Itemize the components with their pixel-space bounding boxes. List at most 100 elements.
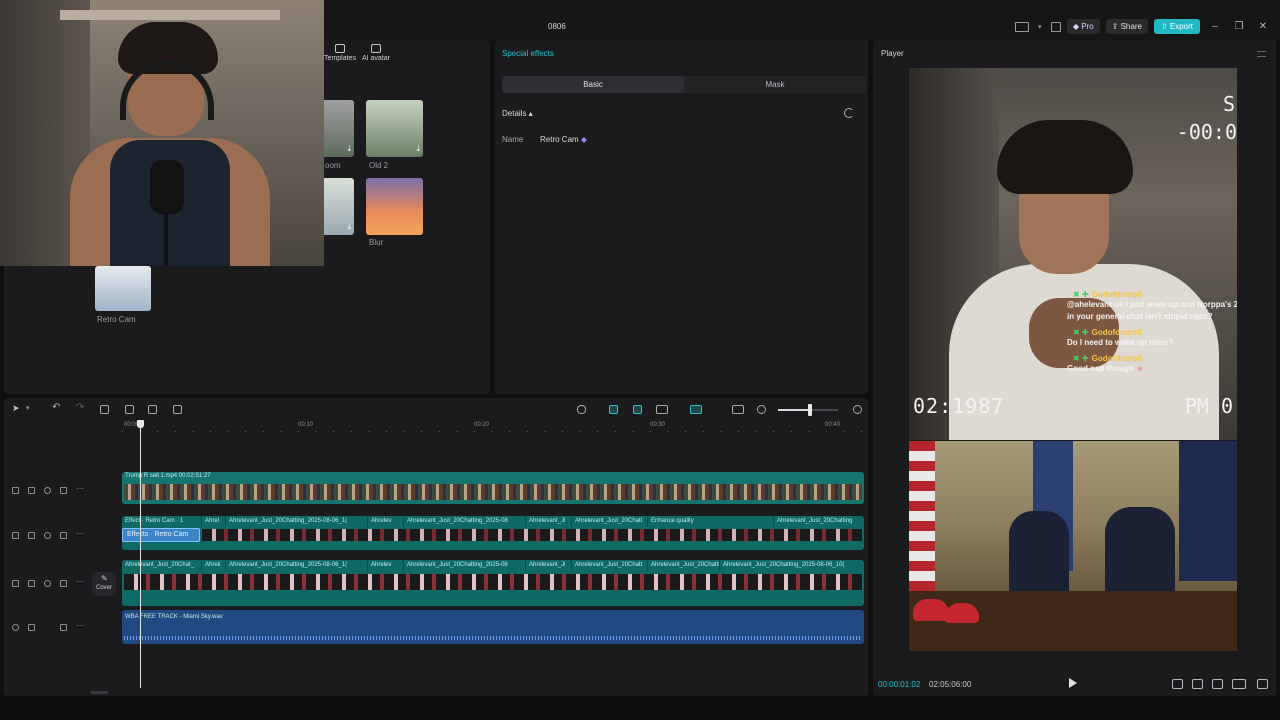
- chat-subclip[interactable]: Ahrelevant_Just_20Chatting_2025-08: [404, 560, 526, 571]
- cover-button[interactable]: ✎ Cover: [92, 572, 116, 596]
- chat-subclip[interactable]: Ahrelevant_Just_20Chatting_2025-08-06_10…: [720, 560, 864, 571]
- player-video-top[interactable]: S -00:0 02:1987 PM 0 ✖ ✚ Godofdoors0 @ahe…: [909, 68, 1237, 440]
- zoom-out-icon[interactable]: [757, 405, 766, 414]
- chat-subclip[interactable]: Ahrelevant_Just_20Chatt: [572, 560, 648, 571]
- fx-subclip[interactable]: Ahrelevant_Ji: [526, 516, 572, 527]
- minimize-icon[interactable]: –: [1206, 21, 1224, 32]
- restore-icon[interactable]: ❐: [1230, 21, 1248, 32]
- tab-basic[interactable]: Basic: [502, 76, 684, 93]
- zoom-fit-icon[interactable]: [1212, 679, 1223, 689]
- select-cursor-icon[interactable]: ➤: [12, 403, 21, 413]
- track-checkbox-icon[interactable]: [12, 624, 19, 631]
- chat-subclip[interactable]: Ahrelev: [368, 560, 404, 571]
- effects-track[interactable]: Effect · Retro Cam · 1 Ahrel Ahrelevant_…: [122, 516, 864, 550]
- effect-thumb-old-2[interactable]: ⤓: [366, 100, 423, 157]
- aspect-ratio-icon[interactable]: [1232, 679, 1246, 689]
- fx-subclip[interactable]: Effect · Retro Cam · 1: [122, 516, 202, 527]
- split-icon[interactable]: [100, 405, 109, 414]
- timeline-scrollbar[interactable]: [90, 691, 108, 694]
- effect-thumb-retro-cam[interactable]: [95, 266, 151, 311]
- fx-subclip[interactable]: Ahrelev: [368, 516, 404, 527]
- timeline-ruler[interactable]: 00:00 00:10 00:20 00:30 00:40: [122, 422, 864, 434]
- auto-snap-icon[interactable]: [609, 405, 618, 414]
- safe-area-icon[interactable]: [1172, 679, 1183, 689]
- fx-subclip[interactable]: Ahrelevant_Just_20Chatting: [774, 516, 864, 527]
- tab-mask[interactable]: Mask: [684, 76, 866, 93]
- chat-badges-icon: ✖ ✚: [1073, 290, 1089, 299]
- download-icon[interactable]: ⤓: [416, 144, 420, 154]
- undo-icon[interactable]: ↶: [52, 402, 61, 413]
- fx-subclip[interactable]: Ahrelevant_Just_20Chatt: [572, 516, 648, 527]
- more-icon[interactable]: ⋯: [76, 484, 84, 493]
- eye-icon[interactable]: [44, 532, 51, 539]
- play-icon[interactable]: [1069, 678, 1077, 688]
- export-button[interactable]: ⇧ Export: [1153, 19, 1200, 34]
- close-icon[interactable]: ✕: [1254, 21, 1272, 32]
- effect-thumb-blur[interactable]: [366, 178, 423, 235]
- fx-subclip[interactable]: Enhance quality: [648, 516, 774, 527]
- zoom-slider-handle[interactable]: [808, 404, 812, 416]
- more-icon[interactable]: ⋯: [76, 529, 84, 538]
- fx-subclip[interactable]: Ahrelevant_Just_20Chatting_2025-08: [404, 516, 526, 527]
- link-icon[interactable]: [656, 405, 668, 414]
- player-video-bottom[interactable]: [909, 441, 1237, 651]
- delete-icon[interactable]: [173, 405, 182, 414]
- tab-ai-avatar[interactable]: AI avatar: [358, 44, 394, 62]
- menu-icon[interactable]: [1257, 51, 1266, 57]
- ruler-tick-label: 00:20: [474, 422, 490, 428]
- preview-axis-icon[interactable]: [690, 405, 702, 414]
- trim-left-icon[interactable]: [125, 405, 134, 414]
- caption-icon[interactable]: [732, 405, 744, 414]
- lock-icon[interactable]: [28, 624, 35, 631]
- track-checkbox-icon[interactable]: [12, 532, 19, 539]
- redo-icon[interactable]: ↷: [76, 402, 85, 413]
- share-button[interactable]: ⇪ Share: [1105, 19, 1148, 34]
- chat-track[interactable]: Ahrelevant_Just_20Chat_ Ahrek Ahrelevant…: [122, 560, 864, 606]
- fullscreen-icon[interactable]: [1257, 679, 1268, 689]
- microphone-icon[interactable]: [577, 405, 586, 414]
- fx-tab-group: Basic Mask: [502, 76, 866, 93]
- shortcut-icon[interactable]: [1050, 21, 1061, 32]
- chat-subclip[interactable]: Ahrelevant_Just_20Chatting_2025-08-06_1(: [226, 560, 368, 571]
- details-toggle[interactable]: Details ▴: [502, 109, 533, 118]
- track-checkbox-icon[interactable]: [12, 487, 19, 494]
- vhs-date: 02:1987: [913, 394, 1005, 418]
- download-icon[interactable]: ⤓: [347, 144, 351, 154]
- download-icon[interactable]: ⤓: [347, 222, 351, 232]
- zoom-in-icon[interactable]: [853, 405, 862, 414]
- effect-clip-retro-cam[interactable]: Effects · Retro Cam: [122, 528, 200, 542]
- audio-icon[interactable]: [60, 624, 67, 631]
- chevron-down-icon[interactable]: ▾: [26, 404, 35, 413]
- chat-badges-icon: ✖ ✚: [1073, 328, 1089, 337]
- chat-subclip[interactable]: Ahrelevant_Just_20Chat_: [122, 560, 202, 571]
- more-icon[interactable]: ⋯: [76, 621, 84, 630]
- emote-icon: ☻: [1135, 364, 1145, 373]
- audio-clip[interactable]: WBA FREE TRACK - Miami Sky.wav: [122, 610, 864, 644]
- video-clip[interactable]: Trump R sell 1.mp4 00:02:51:27: [122, 472, 864, 504]
- more-icon[interactable]: ⋯: [76, 577, 84, 586]
- lock-icon[interactable]: [28, 532, 35, 539]
- lock-icon[interactable]: [28, 487, 35, 494]
- pro-button[interactable]: ◆ Pro: [1066, 19, 1100, 34]
- chat-subclip[interactable]: Ahrelevant_Just_20Chatting_2025-08: [648, 560, 720, 571]
- reset-icon[interactable]: [844, 108, 854, 118]
- lock-icon[interactable]: [28, 580, 35, 587]
- audio-icon[interactable]: [60, 487, 67, 494]
- fx-subclip[interactable]: Ahrelevant_Just_20Chatting_2025-08-06_1(: [226, 516, 368, 527]
- quality-icon[interactable]: [1192, 679, 1203, 689]
- audio-icon[interactable]: [60, 532, 67, 539]
- tab-ai-avatar-label: AI avatar: [361, 55, 390, 62]
- trim-right-icon[interactable]: [148, 405, 157, 414]
- linkage-icon[interactable]: [633, 405, 642, 414]
- chat-subclip[interactable]: Ahrelevant_Ji: [526, 560, 572, 571]
- chevron-down-icon[interactable]: ▾: [1035, 23, 1045, 31]
- fx-subclip[interactable]: Ahrel: [202, 516, 226, 527]
- track-checkbox-icon[interactable]: [12, 580, 19, 587]
- eye-icon[interactable]: [44, 487, 51, 494]
- audio-icon[interactable]: [60, 580, 67, 587]
- chat-subclip[interactable]: Ahrek: [202, 560, 226, 571]
- layout-icon[interactable]: [1014, 21, 1029, 32]
- eye-icon[interactable]: [44, 580, 51, 587]
- tab-templates[interactable]: Templates: [322, 44, 358, 62]
- playhead[interactable]: [140, 422, 141, 688]
